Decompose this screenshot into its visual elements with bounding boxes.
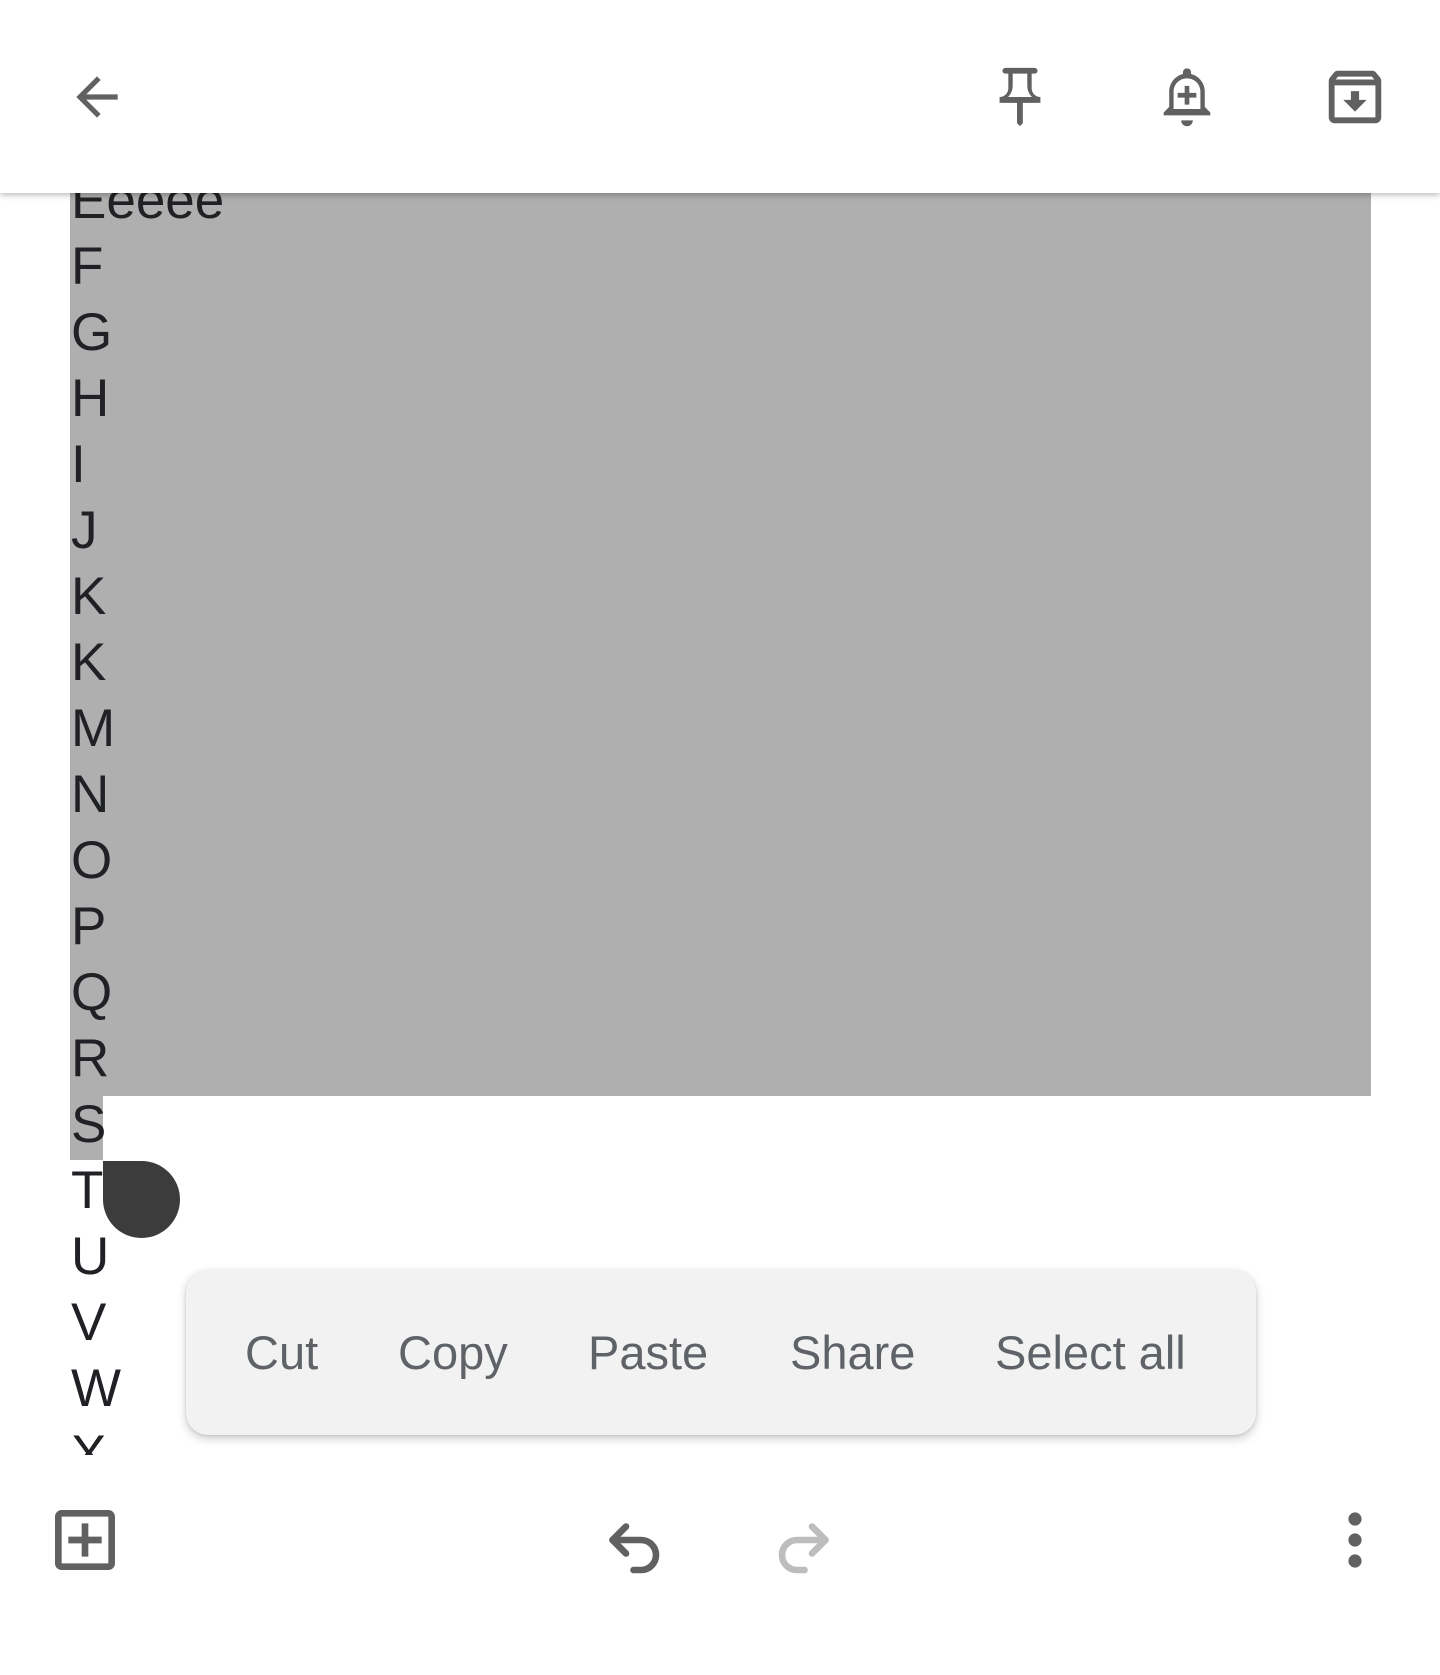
note-line: Q	[71, 963, 113, 1022]
bottom-toolbar	[0, 1455, 1440, 1675]
share-menu-item[interactable]: Share	[790, 1270, 915, 1435]
note-line: R	[71, 1029, 110, 1088]
reminder-button[interactable]	[1142, 52, 1232, 142]
note-text[interactable]: Eeeee F G H I J K K M N O P Q R S T U V …	[71, 193, 224, 1455]
top-app-bar	[0, 0, 1440, 193]
note-line: N	[71, 765, 110, 824]
note-line: G	[71, 303, 113, 362]
archive-icon	[1328, 70, 1382, 124]
note-line: M	[71, 699, 116, 758]
back-button[interactable]	[52, 52, 142, 142]
copy-menu-item[interactable]: Copy	[398, 1270, 508, 1435]
redo-button[interactable]	[758, 1495, 848, 1585]
arrow-back-icon	[76, 76, 118, 118]
archive-button[interactable]	[1310, 52, 1400, 142]
note-line: P	[71, 897, 107, 956]
pin-button[interactable]	[975, 52, 1065, 142]
note-line: I	[71, 435, 86, 494]
note-body[interactable]: Eeeee F G H I J K K M N O P Q R S T U V …	[0, 193, 1440, 1455]
note-line: K	[71, 567, 107, 626]
note-line: F	[71, 237, 104, 296]
note-line: J	[71, 501, 98, 560]
pin-icon	[999, 67, 1041, 127]
select-all-menu-item[interactable]: Select all	[995, 1270, 1186, 1435]
add-box-icon	[55, 1510, 115, 1570]
add-reminder-bell-icon	[1163, 68, 1211, 127]
note-line: K	[71, 633, 107, 692]
text-selection-highlight	[70, 193, 1371, 1096]
paste-menu-item[interactable]: Paste	[588, 1270, 708, 1435]
note-line: H	[71, 369, 110, 428]
note-line: O	[71, 831, 113, 890]
undo-icon	[609, 1523, 660, 1574]
cut-menu-item[interactable]: Cut	[245, 1270, 318, 1435]
text-selection-menu: Cut Copy Paste Share Select all	[186, 1270, 1256, 1435]
more-options-button[interactable]	[1310, 1495, 1400, 1585]
undo-button[interactable]	[590, 1495, 680, 1585]
more-vert-icon	[1348, 1512, 1362, 1568]
note-line: Eeeee	[71, 193, 225, 230]
selection-end-handle[interactable]	[103, 1161, 180, 1238]
redo-icon	[778, 1523, 829, 1574]
note-line: S	[71, 1095, 107, 1154]
note-editor-screen: Eeeee F G H I J K K M N O P Q R S T U V …	[0, 0, 1440, 1675]
add-content-button[interactable]	[40, 1495, 130, 1585]
